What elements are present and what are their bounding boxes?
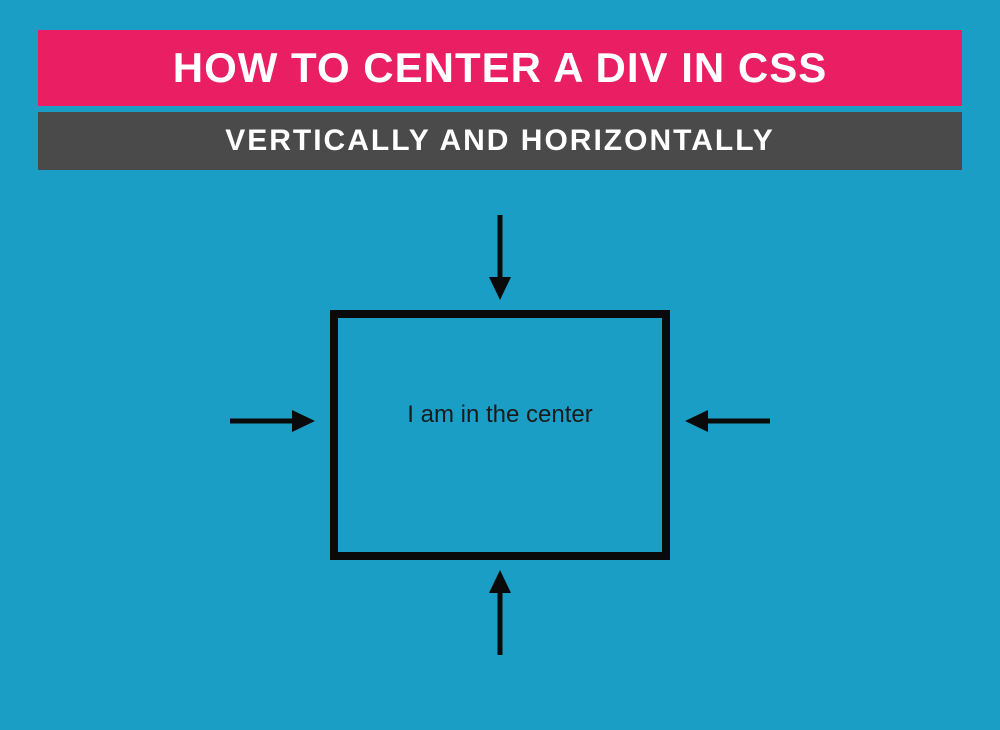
center-box: I am in the center — [330, 310, 670, 560]
title-bar: HOW TO CENTER A DIV IN CSS — [38, 30, 962, 106]
subtitle-text: VERTICALLY AND HORIZONTALLY — [225, 124, 775, 157]
diagram-area: I am in the center — [0, 200, 1000, 730]
arrow-up-icon — [487, 570, 513, 655]
arrow-down-icon — [487, 215, 513, 300]
arrow-right-icon — [230, 408, 315, 434]
arrow-left-icon — [685, 408, 770, 434]
subtitle-bar: VERTICALLY AND HORIZONTALLY — [38, 112, 962, 170]
title-text: HOW TO CENTER A DIV IN CSS — [173, 44, 827, 91]
center-box-label: I am in the center — [407, 401, 592, 429]
